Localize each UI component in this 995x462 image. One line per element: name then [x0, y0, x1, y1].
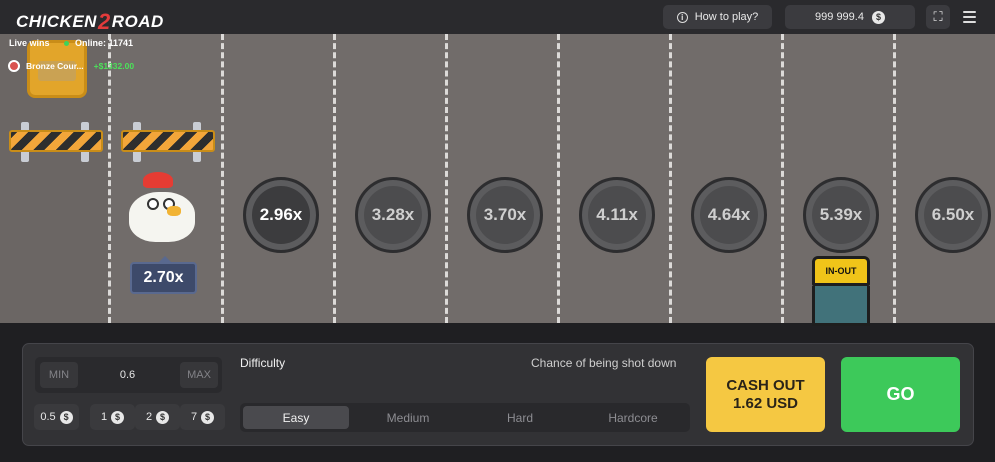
lane-divider	[108, 34, 111, 323]
dollar-coin-icon: $	[156, 410, 170, 424]
top-bar: CHICKEN2ROAD i How to play? 999 999.4 $ …	[0, 0, 995, 34]
difficulty-hard-tab[interactable]: Hard	[467, 406, 573, 429]
chip-value: 7	[190, 411, 198, 423]
max-bet-button[interactable]: MAX	[180, 362, 218, 388]
chip-value: 0.5	[40, 411, 56, 423]
lane-multiplier-3[interactable]: 3.70x	[467, 177, 543, 253]
lane-multiplier-1[interactable]: 2.96x	[243, 177, 319, 253]
road-barrier	[121, 122, 215, 162]
winner-name: Bronze Cour...	[26, 61, 84, 71]
info-icon: i	[676, 11, 688, 23]
current-multiplier-badge: 2.70x	[130, 256, 197, 294]
lane-divider	[221, 34, 224, 323]
avatar	[8, 60, 20, 72]
lane-multiplier-6[interactable]: 5.39x	[803, 177, 879, 253]
how-to-play-label: How to play?	[694, 11, 759, 23]
game-root: CHICKEN2ROAD i How to play? 999 999.4 $ …	[0, 0, 995, 462]
balance-display: 999 999.4 $	[785, 5, 915, 29]
road-barrier	[9, 122, 103, 162]
how-to-play-button[interactable]: i How to play?	[663, 5, 772, 29]
difficulty-medium-tab[interactable]: Medium	[355, 406, 461, 429]
go-button[interactable]: GO	[841, 357, 960, 432]
balance-value: 999 999.4	[815, 11, 864, 23]
fullscreen-icon: ⛶	[933, 9, 943, 24]
lane-divider	[333, 34, 336, 323]
online-dot-icon	[64, 40, 69, 46]
online-count: Online: 11741	[64, 38, 133, 48]
bet-chip-button[interactable]: 0.5 $	[34, 404, 79, 430]
min-bet-button[interactable]: MIN	[40, 362, 78, 388]
difficulty-label: Difficulty	[240, 356, 286, 370]
lane-divider	[445, 34, 448, 323]
truck: IN-OUT	[809, 256, 873, 326]
chip-value: 2	[145, 411, 153, 423]
chip-value: 1	[100, 411, 108, 423]
online-count-text: Online: 11741	[75, 38, 134, 48]
live-wins-label: Live wins	[9, 38, 50, 48]
bet-chip-button[interactable]: 1 $	[90, 404, 135, 430]
lane-divider	[893, 34, 896, 323]
chance-label: Chance of being shot down	[531, 356, 677, 370]
logo-text-left: CHICKEN	[16, 12, 97, 31]
lane-multiplier-2[interactable]: 3.28x	[355, 177, 431, 253]
hamburger-menu-icon[interactable]	[963, 11, 976, 26]
lane-multiplier-4[interactable]: 4.11x	[579, 177, 655, 253]
cash-out-label: CASH OUT	[726, 376, 805, 394]
bet-chip-button[interactable]: 2 $	[135, 404, 180, 430]
dollar-coin-icon: $	[59, 410, 73, 424]
truck-logo: IN-OUT	[812, 256, 870, 286]
live-win-entry: Bronze Cour... +$1332.00	[8, 60, 134, 72]
lane-multiplier-7[interactable]: 6.50x	[915, 177, 991, 253]
logo-text-two: 2	[97, 9, 111, 34]
difficulty-hardcore-tab[interactable]: Hardcore	[580, 406, 686, 429]
lane-divider	[557, 34, 560, 323]
dollar-coin-icon: $	[871, 10, 885, 24]
fullscreen-button[interactable]: ⛶	[926, 5, 950, 29]
cash-out-button[interactable]: CASH OUT 1.62 USD	[706, 357, 825, 432]
bet-chip-button[interactable]: 7 $	[180, 404, 225, 430]
lane-divider	[781, 34, 784, 323]
difficulty-easy-tab[interactable]: Easy	[243, 406, 349, 429]
bet-amount-input[interactable]: 0.6	[100, 362, 155, 388]
logo-text-right: ROAD	[111, 12, 164, 31]
dollar-coin-icon: $	[201, 410, 215, 424]
game-logo: CHICKEN2ROAD	[16, 7, 164, 34]
dollar-coin-icon: $	[111, 410, 125, 424]
lane-multiplier-5[interactable]: 4.64x	[691, 177, 767, 253]
chicken-character	[127, 172, 197, 247]
cash-out-amount: 1.62 USD	[732, 394, 799, 412]
winner-amount: +$1332.00	[93, 61, 135, 71]
lane-divider	[669, 34, 672, 323]
